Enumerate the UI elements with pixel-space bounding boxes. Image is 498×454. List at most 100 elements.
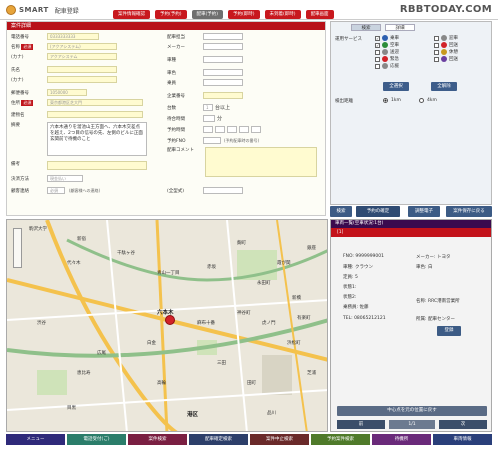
radio-button[interactable] [383,98,388,103]
zoom-control[interactable] [13,228,22,268]
top-tab[interactable]: 配車(予約) [191,10,224,19]
person-input[interactable] [47,66,117,73]
service-item[interactable]: 送迎 [375,49,426,55]
wait-input[interactable] [203,115,215,122]
reserve-hour-select[interactable] [239,126,249,133]
tab-search[interactable]: 検索 [351,24,381,31]
checkbox[interactable] [434,56,439,62]
map-place-label: 高輪 [157,381,166,386]
memo-textarea[interactable]: 六本木通りを溜池山王方面へ、六本木交差点を越え、2つ目の信号の先、左側のビルに正… [47,122,147,156]
count-input[interactable]: 1 [203,104,213,111]
select-all-button[interactable]: 全選択 [383,82,409,91]
reserve-month-select[interactable] [215,126,225,133]
footer-button[interactable]: 案件中止検索 [250,434,309,445]
checkbox[interactable] [434,35,439,41]
top-tab[interactable]: 未到着(即時) [264,10,301,19]
footer-button[interactable]: 車両情報 [433,434,492,445]
reset-center-button[interactable]: 中心点を元の位置に戻す [337,406,487,416]
maker-select[interactable] [203,43,243,50]
car-type-select[interactable] [203,56,243,63]
checkbox[interactable] [434,49,439,55]
dispatch-label: 配車担当 [167,34,185,40]
reserve-day-select[interactable] [227,126,237,133]
checkbox[interactable] [375,63,380,69]
next-page-button[interactable]: 次 [439,420,487,429]
register-button[interactable]: 登録 [437,326,461,336]
address-input[interactable]: 東京都港区芝大門 [47,99,143,106]
reserve-fno-label: 予約FNO [167,138,186,144]
vehicle-detail-panel: 車両一覧(空車状況:1台) [1] FNO: 9999999001 メーカー: … [330,219,492,432]
map-place-label: 広尾 [97,351,106,356]
map-place-label: 有楽町 [297,316,311,321]
service-label: 運用サービス [335,37,362,42]
map-view[interactable]: 駒沢大学 新宿 代々木 千駄ヶ谷 青山一丁目 赤坂 六本木 麻布十番 白金 広尾 恵比寿 渋谷 品川 港区… [6,219,328,432]
passengers-select[interactable] [203,79,243,86]
footer-button[interactable]: 案件検索 [128,434,187,445]
car-color-select[interactable] [203,69,243,76]
map-place-label: 新宿 [77,237,86,242]
top-tab[interactable]: 案件情報確認 [113,10,150,19]
top-tab[interactable]: 配車画面 [305,10,334,19]
service-item[interactable]: 応援 [375,63,426,69]
reserve-year-select[interactable] [203,126,213,133]
location-pin-icon[interactable] [165,315,175,325]
service-item[interactable]: 迎車 [434,35,485,41]
checkbox[interactable] [375,49,380,55]
range-1km[interactable]: 1km [383,98,401,103]
person-kana-input[interactable] [47,76,117,83]
kana-input[interactable]: アクアシステム [47,53,117,60]
count-unit: 台以上 [215,105,231,111]
search-button[interactable]: 検索 [330,206,352,217]
map-place-label: 新橋 [292,296,301,301]
payment-label: 決済方法 [11,176,29,182]
comment-textarea[interactable] [205,147,317,177]
dispatch-select[interactable] [203,33,243,40]
map-place-label: 麻布十番 [197,321,215,326]
service-item[interactable]: 休憩 [434,49,485,55]
building-input[interactable] [47,111,143,118]
reserve-fno-input[interactable] [203,137,221,144]
service-item[interactable]: 回送 [434,56,485,62]
checkbox[interactable] [434,42,439,48]
tab-detail[interactable]: 詳細 [385,24,415,31]
note-label: 備考 [11,162,20,167]
footer-button[interactable]: 配車確定検索 [189,434,248,445]
footer-nav: メニュー 電話受付(ご) 案件検索 配車確定検索 案件中止検索 予約案件検索 待機所 車両情報 [6,434,492,445]
person-kana-label: (カナ) [11,77,24,83]
postal-input[interactable]: 1050000 [47,89,87,96]
back-to-case-button[interactable]: 案件保存に戻る [446,206,492,217]
top-tab[interactable]: 予約(予約) [155,10,187,19]
footer-button[interactable]: メニュー [6,434,65,445]
checkbox[interactable]: ✓ [375,35,380,41]
car-status-icon [382,35,388,41]
footer-button[interactable]: 予約案件検索 [311,434,370,445]
service-item[interactable]: 緊急 [375,56,426,62]
company-input[interactable] [203,92,243,99]
footer-button[interactable]: 待機所 [372,434,431,445]
service-item[interactable]: ✓ 空車 [375,42,426,48]
contact-select[interactable]: 必須 [47,187,65,194]
payment-select[interactable]: 現金払い [47,175,83,182]
app-subtitle: 配車登録 [54,7,79,15]
checkbox[interactable]: ✓ [375,42,380,48]
service-item[interactable]: 回送 [434,42,485,48]
checkbox[interactable] [375,56,380,62]
service-item[interactable]: ✓ 乗車 [375,35,426,41]
adjust-button[interactable]: 調整電子 [408,206,440,217]
name-input[interactable]: (アクアシステム) [47,43,117,50]
selected-vehicle-row[interactable]: [1] [331,228,491,237]
map-place-label: 恵比寿 [77,371,91,376]
map-place-label: 芝浦 [307,371,316,376]
reserve-minute-select[interactable] [251,126,261,133]
footer-button[interactable]: 電話受付(ご) [67,434,126,445]
deselect-all-button[interactable]: 全解除 [431,82,457,91]
prev-page-button[interactable]: 前 [337,420,385,429]
confirm-reservation-button[interactable]: 予約の確定 [356,206,400,217]
phone-input[interactable]: 0333333333 [47,33,99,40]
extra-select[interactable] [203,187,243,194]
radio-button[interactable] [419,98,424,103]
reserve-fno-hint: (予約配車時の番号) [224,137,260,143]
range-4km[interactable]: 4km [419,98,437,103]
note-textarea[interactable] [47,161,147,170]
top-tab[interactable]: 予約(即時) [228,10,260,19]
